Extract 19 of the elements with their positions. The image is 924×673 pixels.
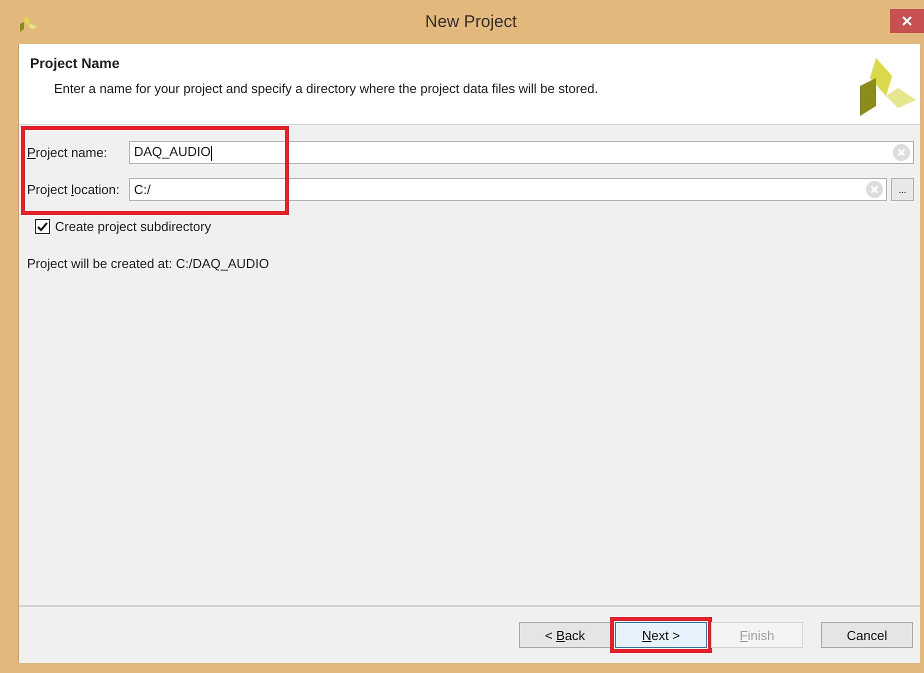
text-field[interactable]: C:/ <box>129 178 887 201</box>
page-description: Enter a name for your project and specify a directory where the project data files will be stored. <box>53 81 598 96</box>
close-button[interactable] <box>890 9 924 33</box>
text-field[interactable]: DAQ_AUDIO <box>129 141 914 164</box>
logo-icon <box>858 58 916 118</box>
window-title: New Project <box>425 12 517 32</box>
dialog-button[interactable]: Cancel <box>821 622 913 648</box>
checkbox-label: Create project subdirectory <box>55 219 212 234</box>
browse-button[interactable]: ... <box>891 178 914 201</box>
check-icon <box>37 222 48 232</box>
field-label: Project location: <box>27 182 121 197</box>
dialog-button[interactable]: Next > <box>615 622 707 648</box>
field-label: Project name: <box>27 145 108 160</box>
location-summary: Project will be created at: C:/DAQ_AUDIO <box>27 256 270 271</box>
dialog-button[interactable]: < Back <box>519 622 611 648</box>
page-title: Project Name <box>30 55 120 71</box>
checkbox[interactable] <box>35 219 50 234</box>
close-icon <box>902 16 912 26</box>
app-icon <box>20 16 38 32</box>
